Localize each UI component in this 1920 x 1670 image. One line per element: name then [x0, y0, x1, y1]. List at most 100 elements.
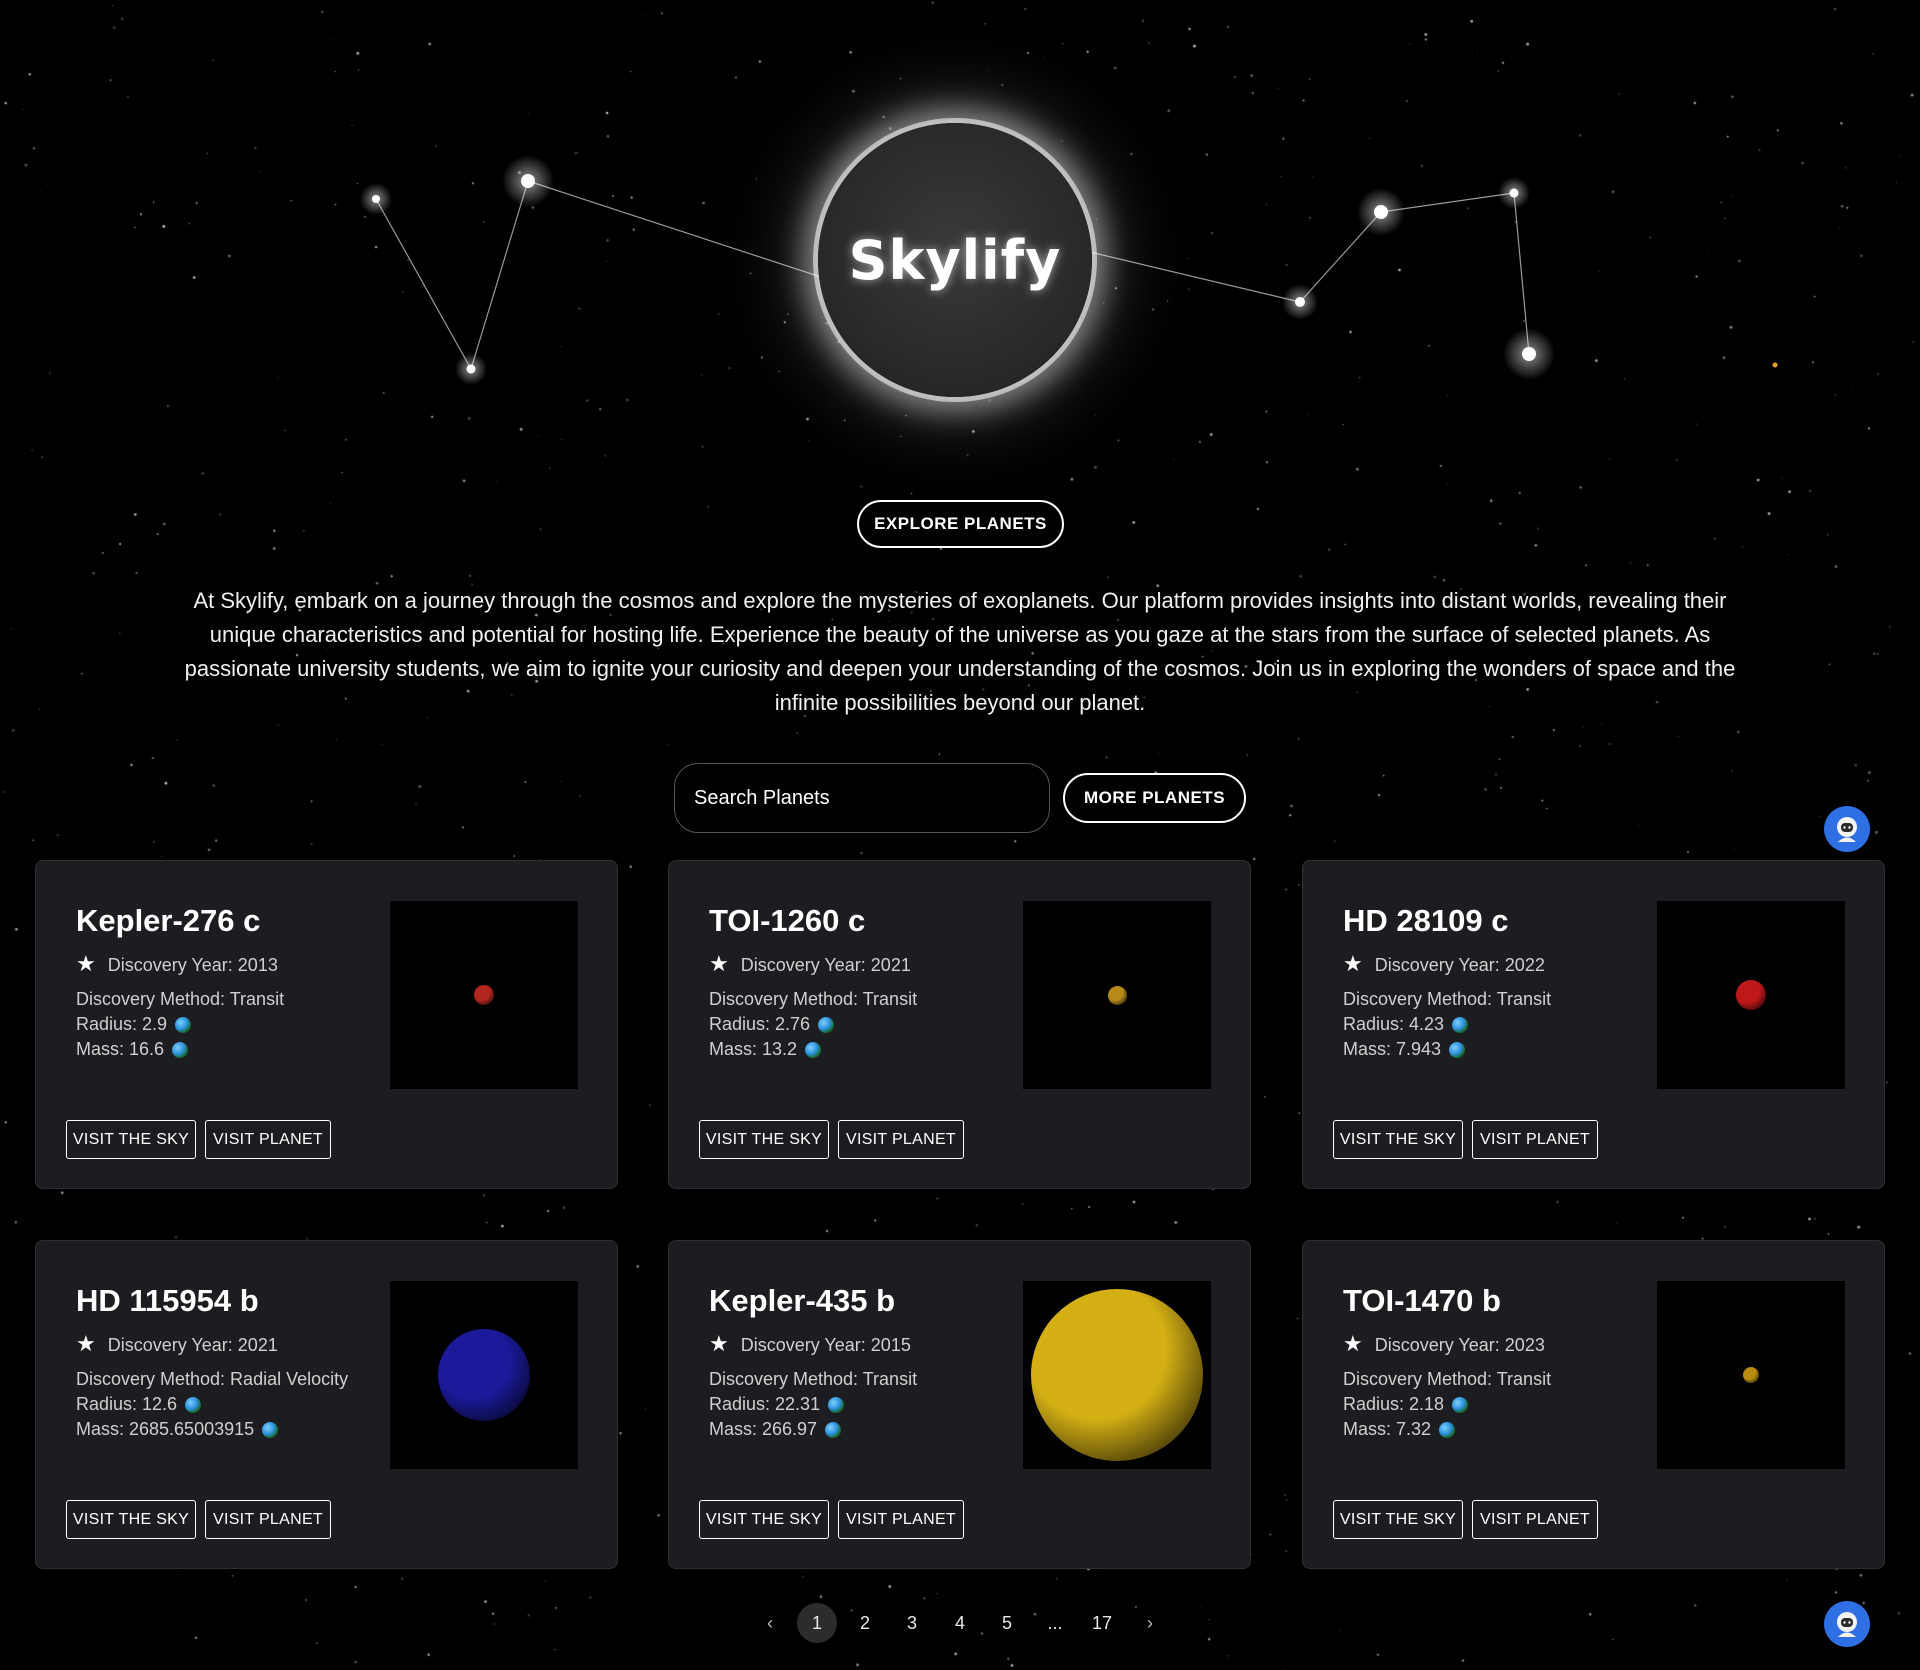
planet-mass-text: Mass: 7.943	[1343, 1039, 1442, 1059]
planet-sphere	[1743, 1367, 1759, 1383]
earth-icon	[818, 1016, 835, 1033]
discovery-method: Discovery Method: Radial Velocity	[76, 1369, 349, 1389]
earth-icon	[1452, 1396, 1469, 1413]
earth-icon	[1439, 1421, 1456, 1438]
planet-name: TOI-1470 b	[1343, 1283, 1501, 1318]
discovery-year-text: Discovery Year: 2021	[740, 954, 911, 975]
star-icon[interactable]: ★	[1343, 951, 1363, 977]
planet-mass: Mass: 7.32	[1343, 1419, 1456, 1440]
visit-planet-button[interactable]: VISIT PLANET	[205, 1120, 331, 1159]
planet-3d-view[interactable]	[390, 901, 578, 1089]
page-button-5[interactable]: 5	[987, 1603, 1027, 1643]
discovery-year: ★ Discovery Year: 2022	[1343, 951, 1545, 977]
visit-planet-button[interactable]: VISIT PLANET	[1472, 1500, 1598, 1539]
earth-icon	[175, 1016, 192, 1033]
hero: Skylify	[0, 0, 1920, 470]
planet-radius-text: Radius: 4.23	[1343, 1014, 1445, 1034]
search-box[interactable]	[674, 763, 1050, 833]
planet-card: HD 28109 c ★ Discovery Year: 2022 Discove…	[1302, 860, 1885, 1189]
logo-orb[interactable]: Skylify	[818, 123, 1092, 397]
next-page-button[interactable]: ›	[1130, 1603, 1170, 1643]
planet-mass-text: Mass: 7.32	[1343, 1419, 1432, 1439]
planet-mass: Mass: 7.943	[1343, 1039, 1466, 1060]
visit-sky-button[interactable]: VISIT THE SKY	[699, 1120, 829, 1159]
visit-sky-button[interactable]: VISIT THE SKY	[1333, 1120, 1463, 1159]
page-button-2[interactable]: 2	[845, 1603, 885, 1643]
discovery-year-text: Discovery Year: 2015	[740, 1334, 911, 1355]
planet-radius-text: Radius: 2.18	[1343, 1394, 1445, 1414]
discovery-year-text: Discovery Year: 2013	[107, 954, 278, 975]
planet-3d-view[interactable]	[1657, 901, 1845, 1089]
discovery-method: Discovery Method: Transit	[76, 989, 285, 1009]
intro-paragraph: At Skylify, embark on a journey through …	[184, 588, 1736, 715]
planet-sphere	[1108, 986, 1127, 1005]
visit-planet-button[interactable]: VISIT PLANET	[838, 1120, 964, 1159]
planet-card: Kepler-276 c ★ Discovery Year: 2013 Disco…	[35, 860, 618, 1189]
planet-sphere	[1031, 1289, 1203, 1461]
discovery-year-text: Discovery Year: 2021	[107, 1334, 278, 1355]
astronaut-avatar-button[interactable]	[1824, 806, 1870, 852]
astronaut-avatar-button[interactable]	[1824, 1601, 1870, 1647]
planet-radius: Radius: 2.76	[709, 1014, 835, 1035]
star-icon[interactable]: ★	[76, 1331, 96, 1357]
planet-mass: Mass: 2685.65003915	[76, 1419, 279, 1440]
astronaut-icon	[1837, 1612, 1857, 1637]
planet-card: TOI-1260 c ★ Discovery Year: 2021 Discove…	[668, 860, 1251, 1189]
discovery-year-text: Discovery Year: 2023	[1374, 1334, 1545, 1355]
visit-sky-button[interactable]: VISIT THE SKY	[66, 1500, 196, 1539]
discovery-year: ★ Discovery Year: 2023	[1343, 1331, 1545, 1357]
planet-3d-view[interactable]	[1657, 1281, 1845, 1469]
planet-radius: Radius: 4.23	[1343, 1014, 1469, 1035]
discovery-method: Discovery Method: Transit	[709, 989, 918, 1009]
planet-mass-text: Mass: 2685.65003915	[76, 1419, 255, 1439]
planet-name: Kepler-435 b	[709, 1283, 896, 1318]
planet-3d-view[interactable]	[1023, 1281, 1211, 1469]
earth-icon	[828, 1396, 845, 1413]
planet-sphere	[1736, 980, 1766, 1010]
logo-text: Skylify	[848, 228, 1062, 292]
star-icon[interactable]: ★	[1343, 1331, 1363, 1357]
page-button-3[interactable]: 3	[892, 1603, 932, 1643]
discovery-year: ★ Discovery Year: 2021	[76, 1331, 278, 1357]
earth-icon	[185, 1396, 202, 1413]
star-icon[interactable]: ★	[709, 1331, 729, 1357]
planet-radius: Radius: 12.6	[76, 1394, 202, 1415]
more-planets-button[interactable]: MORE PLANETS	[1063, 773, 1246, 823]
page-button-17[interactable]: 17	[1082, 1603, 1122, 1643]
discovery-year: ★ Discovery Year: 2021	[709, 951, 911, 977]
discovery-method: Discovery Method: Transit	[1343, 1369, 1552, 1389]
visit-sky-button[interactable]: VISIT THE SKY	[66, 1120, 196, 1159]
page-button-1[interactable]: 1	[797, 1603, 837, 1643]
discovery-year: ★ Discovery Year: 2015	[709, 1331, 911, 1357]
planet-radius-text: Radius: 2.9	[76, 1014, 168, 1034]
star-icon[interactable]: ★	[76, 951, 96, 977]
planet-mass: Mass: 16.6	[76, 1039, 189, 1060]
planet-3d-view[interactable]	[390, 1281, 578, 1469]
visit-planet-button[interactable]: VISIT PLANET	[1472, 1120, 1598, 1159]
planet-radius: Radius: 2.9	[76, 1014, 192, 1035]
explore-planets-button[interactable]: EXPLORE PLANETS	[857, 500, 1064, 548]
visit-sky-button[interactable]: VISIT THE SKY	[1333, 1500, 1463, 1539]
discovery-year-text: Discovery Year: 2022	[1374, 954, 1545, 975]
planet-3d-view[interactable]	[1023, 901, 1211, 1089]
planet-radius-text: Radius: 12.6	[76, 1394, 178, 1414]
earth-icon	[172, 1041, 189, 1058]
planet-radius: Radius: 22.31	[709, 1394, 845, 1415]
page-ellipsis: ...	[1047, 1612, 1063, 1633]
search-input[interactable]	[694, 786, 1049, 810]
planet-card: TOI-1470 b ★ Discovery Year: 2023 Discove…	[1302, 1240, 1885, 1569]
visit-sky-button[interactable]: VISIT THE SKY	[699, 1500, 829, 1539]
planet-mass-text: Mass: 13.2	[709, 1039, 798, 1059]
visit-planet-button[interactable]: VISIT PLANET	[205, 1500, 331, 1539]
planet-mass: Mass: 266.97	[709, 1419, 842, 1440]
planet-sphere	[438, 1329, 530, 1421]
discovery-method: Discovery Method: Transit	[1343, 989, 1552, 1009]
page-button-4[interactable]: 4	[940, 1603, 980, 1643]
earth-icon	[825, 1421, 842, 1438]
planet-sphere	[474, 985, 494, 1005]
planet-mass-text: Mass: 266.97	[709, 1419, 818, 1439]
star-icon[interactable]: ★	[709, 951, 729, 977]
prev-page-button[interactable]: ‹	[750, 1603, 790, 1643]
visit-planet-button[interactable]: VISIT PLANET	[838, 1500, 964, 1539]
earth-icon	[262, 1421, 279, 1438]
